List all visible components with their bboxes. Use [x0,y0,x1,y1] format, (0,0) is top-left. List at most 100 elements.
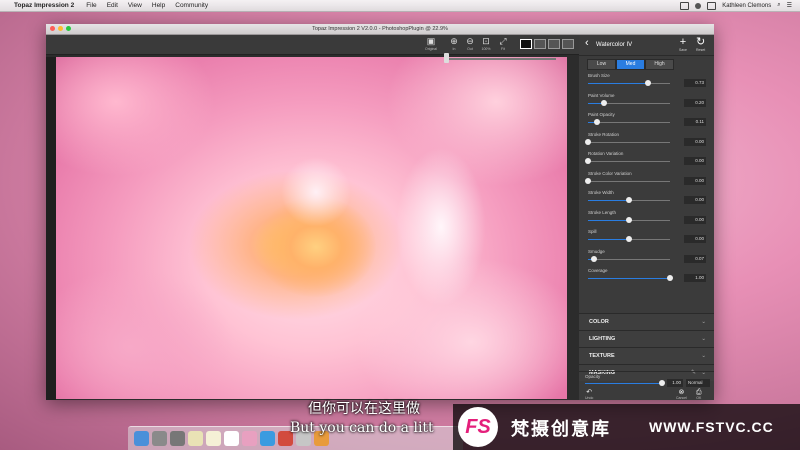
wifi-icon[interactable] [695,2,702,9]
app-window: Topaz Impression 2 V2.0.0 - PhotoshopPlu… [46,24,714,400]
user-name[interactable]: Kathleen Clemons [722,3,771,9]
param-slider-handle[interactable] [626,216,632,223]
zoom-in-button[interactable]: ⊕ In [447,36,461,52]
menu-community[interactable]: Community [175,2,208,9]
menu-help[interactable]: Help [152,2,165,9]
side-by-side-view-button[interactable] [548,39,560,49]
blend-mode-select[interactable]: Normal [686,379,710,387]
param-label: Stroke Color Variation [588,170,632,176]
param-value[interactable]: 0.00 [684,176,706,185]
opacity-slider-handle[interactable] [659,380,665,386]
finder-icon[interactable] [134,431,149,446]
petal [56,57,216,177]
menu-app-name[interactable]: Topaz Impression 2 [14,2,74,9]
param-value[interactable]: 0.00 [684,137,706,146]
opacity-value[interactable]: 1.00 [667,379,683,387]
quality-med[interactable]: Med [616,59,645,70]
param-slider-handle[interactable] [644,80,651,86]
section-lighting[interactable]: LIGHTING ⌄ [579,330,714,347]
original-button[interactable]: ▣ Original [424,36,438,52]
param-value[interactable]: 1.00 [684,274,706,282]
undo-label: Undo [585,396,594,400]
zoom-out-button[interactable]: ⊖ Out [463,37,477,52]
param-value[interactable]: 0.00 [684,157,706,165]
single-view-button[interactable] [520,39,532,49]
param-slider-handle[interactable] [585,177,591,184]
battery-icon[interactable] [680,1,690,10]
param-slider-handle[interactable] [594,119,601,125]
zoom-slider-handle[interactable] [444,53,449,63]
section-texture[interactable]: TEXTURE ⌄ [579,347,714,364]
settings-panel: ‹ Watercolor IV + Save ↻ Reset Low Med H… [579,35,714,400]
param-value[interactable]: 0.00 [684,215,706,224]
param-slider-handle[interactable] [667,275,673,281]
cancel-button[interactable]: ⊗ Cancel [676,389,687,400]
param-slider-track[interactable] [588,122,670,123]
window-controls [50,26,71,31]
param-row: Stroke Length 0.00 [588,210,706,229]
menu-edit[interactable]: Edit [107,2,118,9]
rocket-icon[interactable] [170,431,185,446]
minimize-button[interactable] [58,26,63,31]
param-slider-handle[interactable] [590,255,597,262]
undo-button[interactable]: ↶ Undo [585,389,593,400]
reset-icon: ↻ [696,36,706,48]
quality-low[interactable]: Low [587,59,616,70]
photos-icon[interactable] [242,431,257,446]
param-slider-track[interactable] [588,180,670,182]
param-row: Paint Volume 0.20 [588,93,706,112]
list-icon[interactable]: ☰ [787,2,792,9]
notes-icon[interactable] [188,431,203,446]
image-icon: ▣ [426,36,436,46]
param-slider-handle[interactable] [626,197,632,203]
subtitle-chinese: 但你可以在这里做 [308,401,420,417]
calendar-icon[interactable] [224,431,239,446]
param-slider-track[interactable] [588,141,670,143]
param-slider-fill [588,83,648,84]
param-value[interactable]: 0.20 [684,98,706,107]
param-value[interactable]: 0.07 [684,254,706,263]
param-value[interactable]: 0.00 [684,235,706,243]
menu-view[interactable]: View [128,2,142,9]
maximize-button[interactable] [66,26,71,31]
close-button[interactable] [50,26,55,31]
param-value[interactable]: 0.73 [684,79,706,87]
zoom-100-button[interactable]: ⊡ 100% [479,37,493,52]
zoom-slider-track[interactable] [446,58,556,60]
stickies-icon[interactable] [206,431,221,446]
param-slider-handle[interactable] [601,99,608,106]
param-slider-handle[interactable] [585,158,591,164]
opacity-slider-track[interactable] [585,383,661,384]
quad-view-button[interactable] [562,39,574,49]
menu-file[interactable]: File [86,2,96,9]
cancel-icon: ⊗ [678,389,685,396]
watermark-logo: FS [458,407,498,447]
volume-icon[interactable] [707,1,717,10]
watermark-url: WWW.FSTVC.CC [649,419,774,435]
fit-label: Fit [501,47,505,51]
split-view-button[interactable] [534,39,546,49]
param-slider-handle[interactable] [585,138,591,145]
ok-button[interactable]: ⎙ OK [696,389,702,400]
undo-icon: ↶ [586,389,593,396]
param-value[interactable]: 0.11 [684,118,706,126]
quality-high[interactable]: High [645,59,674,70]
safari-icon[interactable] [260,431,275,446]
param-slider-handle[interactable] [626,236,632,242]
back-arrow-icon[interactable]: ‹ [585,38,589,49]
param-value[interactable]: 0.00 [684,196,706,204]
zoom-in-icon: ⊕ [450,36,458,46]
param-label: Stroke Rotation [588,131,620,137]
fit-button[interactable]: ⤢ Fit [496,37,510,52]
param-slider-track[interactable] [588,161,670,162]
reset-button[interactable]: ↻ Reset [696,36,706,53]
search-icon[interactable]: ⌕ [777,2,780,9]
launchpad-icon[interactable] [152,431,167,446]
image-canvas[interactable] [56,57,567,399]
zoom-in-label: In [452,47,456,51]
save-button[interactable]: + Save [679,37,687,53]
petal [396,147,486,307]
section-color[interactable]: COLOR ⌄ [579,313,714,330]
param-label: Stroke Width [588,190,614,195]
param-slider-track[interactable] [588,258,670,260]
